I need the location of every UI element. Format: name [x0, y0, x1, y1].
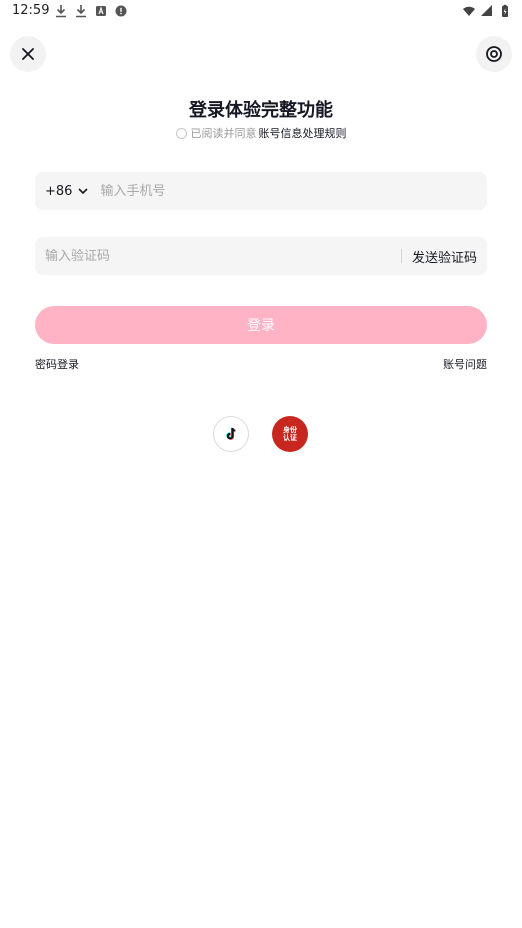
target-icon: [486, 46, 502, 62]
account-issue-link[interactable]: 账号问题: [443, 356, 487, 372]
tiktok-login-button[interactable]: [213, 416, 249, 452]
login-button[interactable]: 登录: [35, 306, 487, 344]
id-auth-login-button[interactable]: 身份认证: [272, 416, 308, 452]
download-icon: [56, 5, 66, 18]
wifi-icon: [463, 6, 475, 16]
country-code-value: +86: [45, 183, 73, 199]
settings-button[interactable]: [476, 36, 512, 72]
close-button[interactable]: [10, 36, 46, 72]
agreement-row: 已阅读并同意 账号信息处理规则: [0, 125, 522, 141]
agreement-checkbox[interactable]: [175, 127, 187, 139]
verification-code-input[interactable]: [35, 237, 401, 275]
tiktok-icon: [226, 427, 236, 440]
signal-icon: [481, 5, 492, 16]
chevron-down-icon: [78, 187, 89, 194]
status-bar: 12:59: [0, 0, 522, 24]
status-time: 12:59: [12, 3, 50, 18]
agreement-prefix: 已阅读并同意: [190, 127, 257, 140]
phone-input[interactable]: [88, 172, 487, 210]
send-code-button[interactable]: 发送验证码: [402, 247, 487, 266]
password-login-link[interactable]: 密码登录: [35, 356, 79, 372]
download-icon: [76, 5, 86, 18]
status-icons-right: [462, 4, 512, 18]
status-icons-left: [54, 4, 128, 18]
battery-icon: [502, 4, 508, 17]
phone-row: +86: [35, 172, 487, 210]
app-icon: [96, 6, 106, 16]
alert-icon: [115, 5, 127, 17]
country-code-selector[interactable]: +86: [35, 183, 89, 199]
page-title: 登录体验完整功能: [189, 100, 333, 121]
close-icon: [22, 48, 34, 60]
agreement-link[interactable]: 账号信息处理规则: [259, 125, 347, 141]
id-auth-badge-text: 身份认证: [283, 426, 297, 442]
code-row: 发送验证码: [35, 237, 487, 275]
